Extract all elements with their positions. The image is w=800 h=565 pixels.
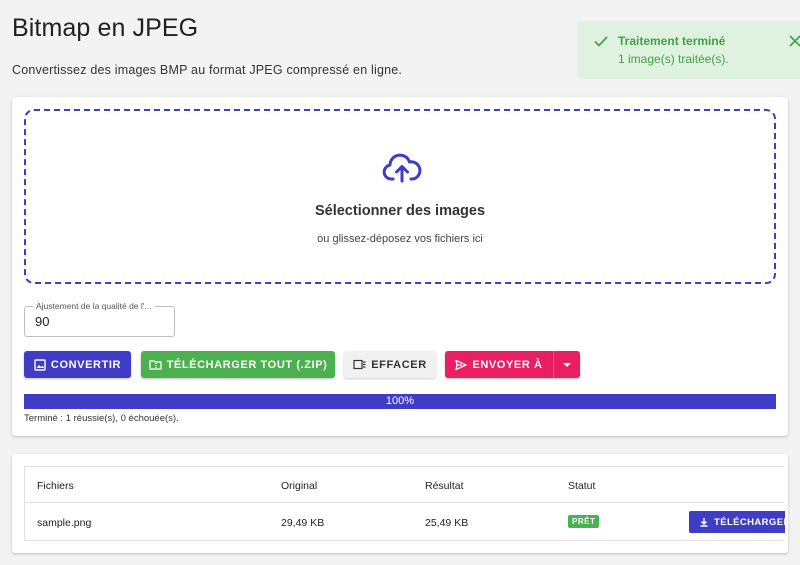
convert-button[interactable]: Convertir bbox=[24, 351, 131, 378]
download-zip-label: Télécharger tout (.zip) bbox=[166, 358, 328, 371]
toast-title: Traitement terminé bbox=[618, 34, 726, 48]
results-table: Fichiers Original Résultat Statut sample… bbox=[24, 466, 785, 541]
dropzone-subtitle: ou glissez-déposez vos fichiers ici bbox=[317, 233, 483, 245]
original-size: 29,49 KB bbox=[281, 517, 325, 529]
file-dropzone[interactable]: Sélectionner des images ou glissez-dépos… bbox=[24, 109, 776, 284]
page-title: Bitmap en JPEG bbox=[12, 14, 199, 42]
send-to-dropdown-button[interactable] bbox=[553, 351, 580, 378]
results-card: Fichiers Original Résultat Statut sample… bbox=[12, 454, 788, 553]
conversion-status: Terminé : 1 réussie(s), 0 échouée(s). bbox=[24, 413, 179, 424]
clear-label: Effacer bbox=[371, 358, 427, 371]
header-original: Original bbox=[281, 480, 318, 492]
page-subtitle: Convertissez des images BMP au format JP… bbox=[12, 63, 403, 77]
send-to-button[interactable]: Envoyer à bbox=[445, 351, 553, 378]
cloud-upload-icon bbox=[382, 153, 422, 183]
status-badge: PRÊT bbox=[568, 515, 600, 528]
send-to-label: Envoyer à bbox=[472, 358, 543, 371]
send-icon bbox=[455, 359, 468, 370]
image-icon bbox=[34, 358, 46, 371]
caret-down-icon bbox=[563, 362, 571, 367]
quality-label: Ajustement de la qualité de l'... bbox=[33, 301, 155, 311]
quality-input[interactable] bbox=[35, 314, 155, 329]
dropzone-title: Sélectionner des images bbox=[314, 203, 486, 219]
download-file-button[interactable]: Télécharger bbox=[689, 511, 785, 533]
table-row: sample.png 29,49 KB 25,49 KB PRÊT Téléch… bbox=[25, 503, 785, 541]
quality-field: Ajustement de la qualité de l'... bbox=[24, 301, 175, 337]
clear-all-icon bbox=[353, 359, 366, 370]
convert-label: Convertir bbox=[50, 358, 122, 371]
header-status: Statut bbox=[568, 480, 596, 492]
toast-message: 1 image(s) traitée(s). bbox=[618, 52, 729, 66]
download-icon bbox=[700, 518, 708, 527]
folder-zip-icon bbox=[148, 360, 162, 370]
converter-card: Sélectionner des images ou glissez-dépos… bbox=[12, 97, 788, 436]
result-size: 25,49 KB bbox=[425, 517, 469, 529]
success-toast: Traitement terminé 1 image(s) traitée(s)… bbox=[577, 21, 800, 79]
progress-label: 100% bbox=[385, 395, 415, 407]
clear-button[interactable]: Effacer bbox=[344, 351, 436, 378]
header-result: Résultat bbox=[425, 480, 464, 492]
check-icon bbox=[594, 36, 608, 47]
close-icon[interactable] bbox=[787, 33, 800, 49]
progress-bar: 100% bbox=[24, 394, 776, 409]
download-file-label: Télécharger bbox=[714, 516, 785, 528]
file-name: sample.png bbox=[37, 517, 92, 529]
download-all-zip-button[interactable]: Télécharger tout (.zip) bbox=[141, 351, 335, 378]
table-header: Fichiers Original Résultat Statut bbox=[25, 467, 784, 503]
header-files: Fichiers bbox=[37, 480, 74, 492]
